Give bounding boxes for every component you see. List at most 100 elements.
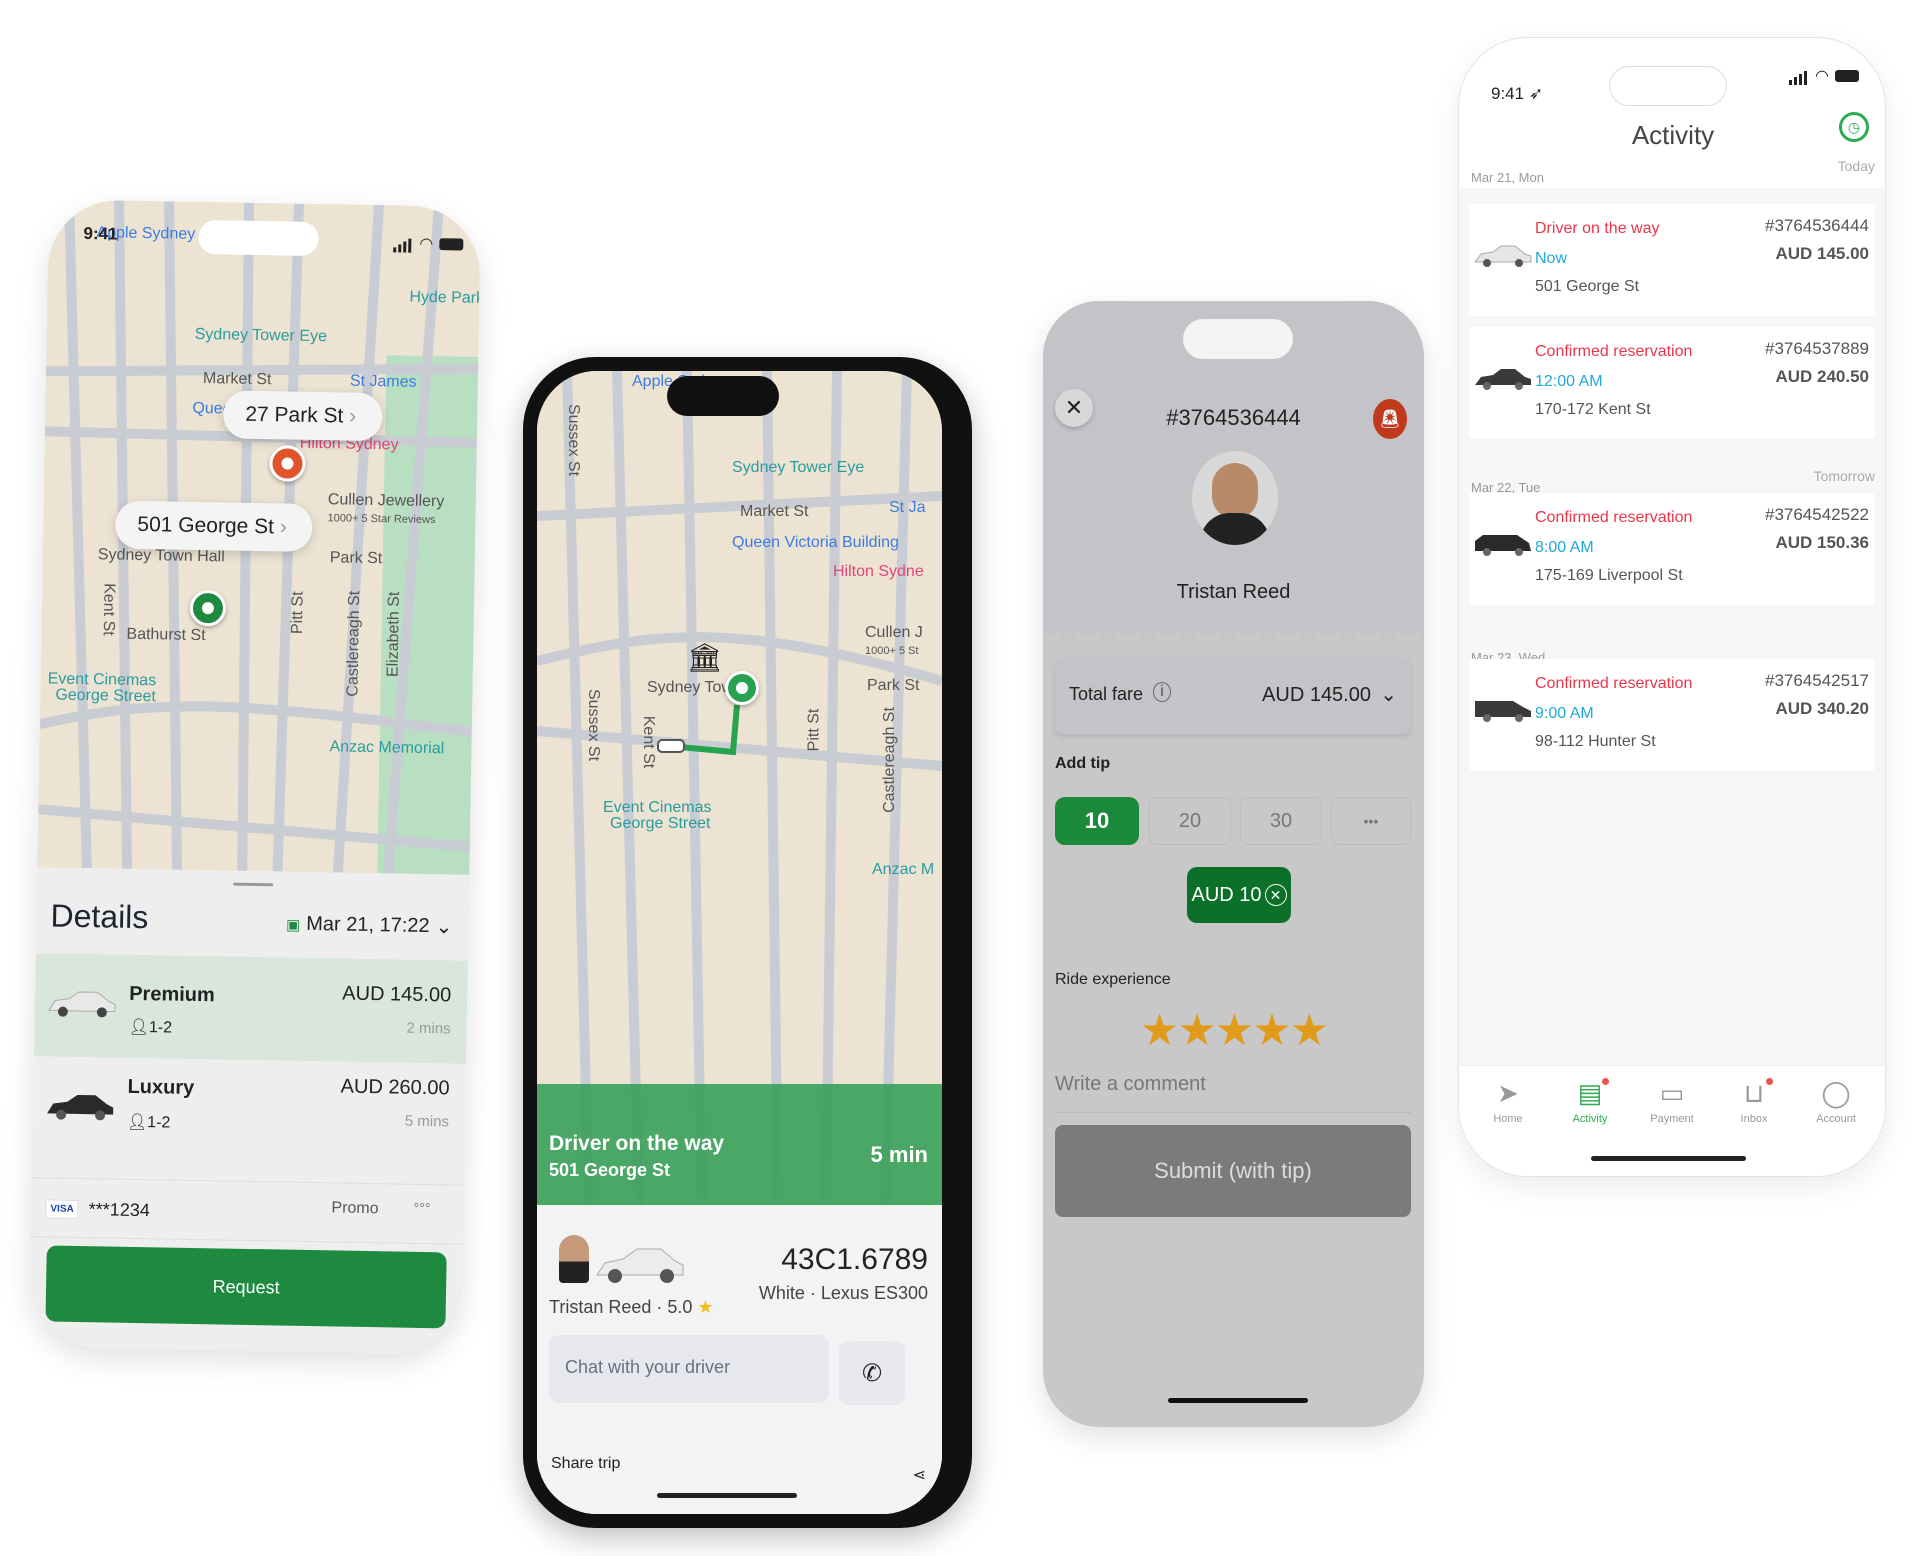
map-label: George Street [610,815,711,832]
tip-option-10[interactable]: 10 [1055,797,1139,845]
tab-inbox[interactable]: ⊔ Inbox [1719,1078,1789,1125]
white-sedan-icon [48,991,116,1018]
ride-option-premium[interactable]: Premium 👤︎1-2 AUD 145.00 2 mins [34,953,468,1064]
activity-item[interactable]: Confirmed reservation 9:00 AM 98-112 Hun… [1469,659,1875,771]
call-button[interactable]: ✆ [839,1341,905,1405]
option-price: AUD 145.00 [342,982,452,1007]
signal-icon [393,234,413,253]
star-icon[interactable]: ★ [1290,1006,1329,1055]
map-label: Elizabeth St [384,591,403,678]
star-rating[interactable]: ★★★★★ [1043,1005,1424,1056]
map-label: Pitt St [288,591,307,635]
home-indicator [1168,1398,1308,1403]
dark-sedan-icon [47,1094,114,1121]
tracking-phone-frame: Apple Sydney Sussex St Sydney Tower Eye … [523,357,972,1528]
booking-id: #3764542522 [1764,505,1869,524]
vehicle-description: White · Lexus ES300 [758,1283,928,1303]
request-button[interactable]: Request [45,1245,447,1329]
ride-time: 12:00 AM [1535,373,1603,390]
ride-time: Now [1535,250,1568,267]
map-view[interactable]: Apple Sydney Hyde Park Sydney Tower Eye … [37,199,481,887]
tip-option-20[interactable]: 20 [1149,797,1231,845]
total-fare-label: Total fare [1069,684,1144,704]
star-icon[interactable]: ★ [1140,1006,1179,1055]
map-label: 1000+ 5 Star Reviews [327,512,436,527]
person-icon: 👤︎ [128,1018,150,1037]
tip-option-30[interactable]: 30 [1240,797,1322,845]
add-tip-label: Add tip [1055,755,1111,772]
activity-item[interactable]: Confirmed reservation 12:00 AM 170-172 K… [1469,327,1875,439]
van-icon [1475,701,1531,722]
tab-home[interactable]: ➤ Home [1473,1078,1543,1125]
ride-status: Confirmed reservation [1535,509,1693,526]
map-label: Sussex St [585,688,603,762]
white-sedan-icon [1474,245,1532,267]
comment-input[interactable]: Write a comment [1055,1073,1411,1113]
date-picker[interactable]: ▣ Mar 21, 17:22 ⌄ [286,912,453,940]
map-label: Queen Victoria Building [732,534,899,551]
sheet-handle[interactable] [233,882,274,887]
chat-placeholder: Chat with your driver [565,1357,731,1377]
share-trip-button[interactable]: Share trip [551,1455,620,1473]
tab-activity[interactable]: ▤ Activity [1555,1078,1625,1125]
request-label: Request [212,1275,280,1298]
star-icon[interactable]: ★ [1215,1006,1254,1055]
map-label: Park St [329,549,383,568]
zigzag-divider [1043,629,1424,639]
tab-account[interactable]: ◯ Account [1801,1078,1871,1125]
ride-price: AUD 240.50 [1775,367,1869,386]
ride-time: 9:00 AM [1535,705,1594,722]
phone-icon: ✆ [861,1359,883,1387]
destination-pill[interactable]: 27 Park St › [222,390,383,442]
chevron-right-icon: › [349,404,357,428]
total-fare-row[interactable]: Total fare i AUD 145.00 ⌄ [1055,658,1411,734]
activity-item[interactable]: Confirmed reservation 8:00 AM 175-169 Li… [1469,493,1875,605]
notification-badge [1602,1078,1609,1085]
location-arrow-icon: ➶ [1528,84,1544,103]
emergency-siren-button[interactable]: 🚨︎ [1373,399,1407,439]
date-value: Mar 21, 17:22 [306,912,430,938]
tip-chip[interactable]: AUD 10 ✕ [1187,867,1291,923]
promo-button[interactable]: Promo [331,1199,378,1218]
star-icon[interactable]: ★ [1177,1006,1216,1055]
option-price: AUD 260.00 [340,1075,450,1100]
comment-placeholder: Write a comment [1055,1073,1206,1095]
info-icon[interactable]: i [1153,682,1171,702]
booking-id: #3764537889 [1764,339,1869,358]
chat-input[interactable]: Chat with your driver [549,1335,829,1403]
chevron-right-icon: › [279,515,288,539]
clear-icon[interactable]: ✕ [1264,884,1287,906]
status-time: 9:41 ➶ [1491,84,1543,104]
dark-sedan-icon [1475,369,1531,390]
status-icons: ◠ [393,233,464,254]
share-icon[interactable]: ⋖ [913,1465,926,1485]
ride-address: 98-112 Hunter St [1535,733,1656,750]
activity-item[interactable]: Driver on the way Now 501 George St #376… [1469,204,1875,316]
driver-rating: Tristan Reed · 5.0 ★ [549,1297,714,1318]
status-time-value: 9:41 [1491,84,1525,103]
ride-price: AUD 150.36 [1775,533,1869,552]
origin-pill[interactable]: 501 George St › [114,500,314,552]
total-fare-value: AUD 145.00 [1262,684,1371,706]
ride-address: 170-172 Kent St [1535,401,1651,418]
ride-address: 501 George St [1535,278,1640,295]
ride-time: 8:00 AM [1535,539,1594,556]
ride-option-luxury[interactable]: Luxury 👤︎1-2 AUD 260.00 5 mins [32,1056,466,1167]
town-hall-icon: 🏛︎ [687,642,723,673]
map-label: St Ja [889,499,926,516]
history-icon[interactable]: ◷ [1839,112,1869,142]
payment-method[interactable]: VISA ***1234 [45,1198,150,1221]
star-icon[interactable]: ★ [1252,1006,1291,1055]
map-label: St James [349,372,417,391]
tab-payment[interactable]: ▭ Payment [1637,1078,1707,1125]
more-options-icon[interactable]: ◦◦◦ [413,1197,430,1215]
chevron-down-icon: ⌄ [435,916,453,939]
person-icon: 👤︎ [126,1113,148,1132]
tip-value: 10 [1084,808,1110,833]
wifi-icon: ◠ [419,235,434,254]
page-title: Activity [1631,120,1715,150]
seats-value: 1-2 [147,1114,171,1132]
submit-button[interactable]: Submit (with tip) [1055,1125,1411,1217]
tip-option-more[interactable]: ••• [1331,797,1411,845]
signal-icon [1789,67,1809,85]
